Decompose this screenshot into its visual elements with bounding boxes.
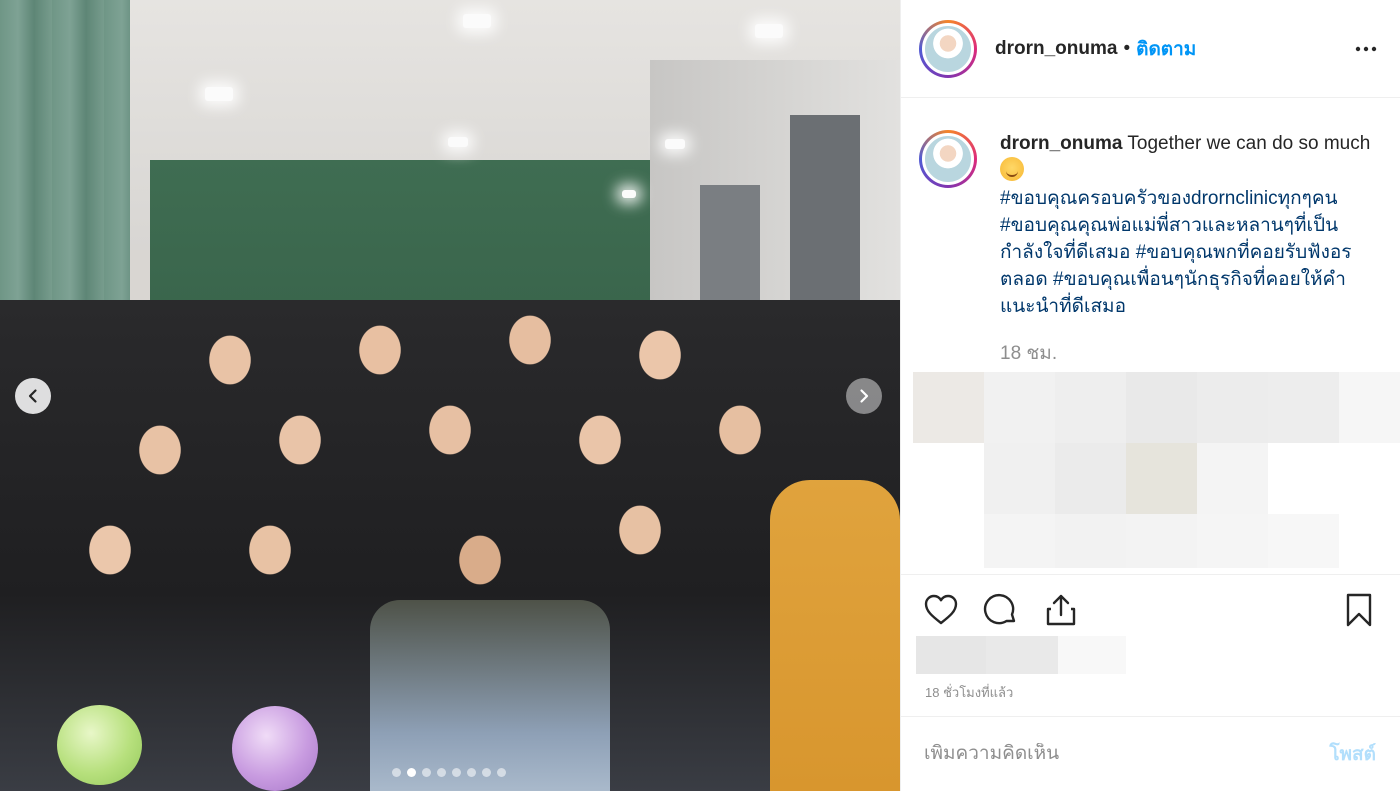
header-username[interactable]: drorn_onuma bbox=[995, 38, 1117, 60]
bookmark-icon bbox=[1346, 593, 1372, 626]
comment-button[interactable] bbox=[980, 589, 1022, 631]
carousel-dot bbox=[422, 768, 431, 777]
more-icon bbox=[1355, 46, 1377, 51]
more-options-button[interactable] bbox=[1350, 33, 1382, 65]
instagram-post-view: drorn_onuma • ติดตาม drorn_onuma Togethe… bbox=[0, 0, 1400, 791]
carousel-next-button[interactable] bbox=[846, 378, 882, 414]
post-comment-button[interactable]: โพสต์ bbox=[1329, 739, 1376, 769]
share-button[interactable] bbox=[1040, 589, 1082, 631]
post-timestamp[interactable]: 18 ชั่วโมงที่แล้ว bbox=[925, 682, 1013, 703]
comment-icon bbox=[983, 593, 1016, 624]
carousel-indicator bbox=[392, 768, 506, 777]
caption-time[interactable]: 18 ชม. bbox=[1000, 340, 1380, 367]
header-separator: • bbox=[1123, 37, 1131, 59]
carousel-dot bbox=[407, 768, 416, 777]
post-actions-bar bbox=[900, 574, 1400, 644]
hugging-face-emoji-icon bbox=[1000, 157, 1024, 181]
add-comment-bar: โพสต์ bbox=[900, 716, 1400, 791]
carousel-dot bbox=[452, 768, 461, 777]
carousel-dot bbox=[497, 768, 506, 777]
comment-input[interactable] bbox=[924, 743, 1304, 765]
caption-avatar[interactable] bbox=[919, 130, 977, 188]
post-media[interactable] bbox=[0, 0, 900, 791]
carousel-dot bbox=[467, 768, 476, 777]
avatar[interactable] bbox=[919, 19, 977, 78]
blurred-comments bbox=[913, 372, 1400, 568]
like-button[interactable] bbox=[920, 589, 962, 631]
chevron-right-icon bbox=[860, 389, 869, 403]
chevron-left-icon bbox=[28, 389, 37, 403]
carousel-dot bbox=[392, 768, 401, 777]
carousel-dot bbox=[437, 768, 446, 777]
caption-body: drorn_onuma Together we can do so much #… bbox=[1000, 130, 1380, 367]
heart-icon bbox=[924, 594, 958, 624]
post-header: drorn_onuma • ติดตาม bbox=[901, 0, 1400, 98]
carousel-dot bbox=[482, 768, 491, 777]
blurred-likes bbox=[916, 636, 1126, 674]
hashtag-link[interactable]: #ขอบคุณครอบครัวของdrornclinicทุกๆคน bbox=[1000, 188, 1338, 209]
save-button[interactable] bbox=[1338, 589, 1380, 631]
caption-username[interactable]: drorn_onuma bbox=[1000, 133, 1122, 154]
share-icon bbox=[1046, 594, 1076, 625]
group-photo bbox=[0, 0, 900, 791]
carousel-prev-button[interactable] bbox=[15, 378, 51, 414]
hashtag-link[interactable]: #ขอบคุณเพื่อนๆนักธุรกิจที่คอยให้คำแนะนำท… bbox=[1000, 269, 1346, 317]
caption-text: Together we can do so much bbox=[1127, 133, 1371, 154]
follow-button[interactable]: ติดตาม bbox=[1136, 34, 1196, 64]
post-caption: drorn_onuma Together we can do so much #… bbox=[901, 98, 1400, 367]
